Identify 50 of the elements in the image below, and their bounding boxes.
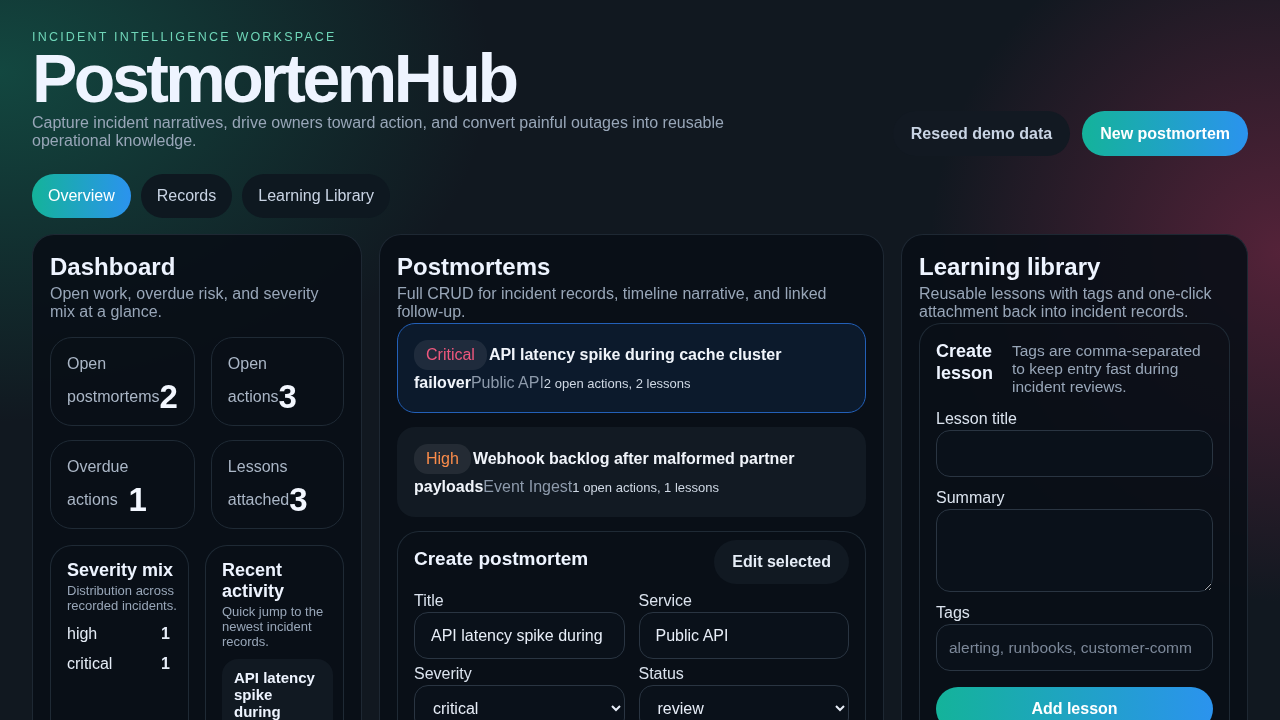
card-subtitle: Distribution across recorded incidents. [67, 583, 178, 613]
field-label: Tags [936, 604, 971, 622]
severity-count: 1 [161, 655, 170, 673]
stat-value: 2 [159, 380, 178, 413]
panel-subtitle: Reusable lessons with tags and one-click attachment back into incident records. [919, 285, 1213, 321]
field-label: Lesson title [936, 410, 1018, 428]
stat-value: 1 [128, 483, 147, 516]
severity-badge: High [414, 444, 471, 474]
recent-item[interactable]: API latency spike during [222, 659, 333, 720]
text-field[interactable]: Public API [638, 612, 849, 659]
edit-selected-button[interactable]: Edit selected [714, 540, 849, 584]
stat-label: Lessons attached [227, 457, 290, 510]
field-label: Severity [414, 665, 473, 683]
panel-title: Learning library [919, 253, 1102, 281]
nav-tab[interactable]: Records [140, 174, 233, 218]
severity-label: high [67, 625, 98, 643]
text-field[interactable] [936, 430, 1213, 477]
field-label: Service [638, 592, 693, 610]
text-field[interactable]: alerting, runbooks, customer-comm [936, 624, 1213, 671]
panel-title: Postmortems [397, 253, 552, 281]
card-subtitle: Quick jump to the newest incident records. [222, 604, 325, 649]
nav-tab[interactable]: Learning Library [242, 174, 390, 218]
field-label: Summary [936, 489, 1006, 507]
text-field[interactable]: API latency spike during [414, 612, 625, 659]
card-title: Severity mix [67, 560, 175, 581]
form-title: Create lesson [936, 340, 995, 385]
stat-label: Overdue actions [67, 457, 129, 510]
select-field[interactable]: critical [414, 685, 625, 720]
record-item[interactable]: High Webhook backlog after malformed partner payloadsEvent Ingest1 open actions, 1 lessons [397, 427, 866, 517]
card-title: Recent activity [222, 560, 286, 602]
stat-value: 3 [278, 380, 297, 413]
panel-title: Dashboard [50, 253, 177, 281]
eyebrow-text: INCIDENT INTELLIGENCE WORKSPACE [32, 30, 338, 44]
select-field[interactable]: review [638, 685, 849, 720]
field-label: Title [414, 592, 445, 610]
panel-subtitle: Full CRUD for incident records, timeline narrative, and linked follow-up. [397, 285, 828, 321]
form-note: Tags are comma-separated to keep entry fast during incident reviews. [1012, 342, 1202, 396]
stat-label: Open postmortems [67, 354, 160, 405]
severity-label: critical [67, 655, 113, 673]
record-item[interactable]: Critical API latency spike during cache cluster failoverPublic API2 open actions, 2 lessons [397, 323, 866, 413]
severity-badge: Critical [414, 340, 487, 370]
form-title: Create postmortem [414, 548, 589, 570]
severity-count: 1 [161, 625, 170, 643]
app-title: PostmortemHub [32, 46, 517, 110]
stat-value: 3 [289, 483, 308, 516]
app-subtitle: Capture incident narratives, drive owners toward action, and convert painful outages into reusable operational knowledge. [32, 114, 725, 150]
panel-subtitle: Open work, overdue risk, and severity mix at a glance. [50, 285, 320, 321]
field-label: Status [638, 665, 685, 683]
stat-label: Open actions [227, 354, 279, 405]
textarea-field[interactable] [936, 509, 1213, 592]
